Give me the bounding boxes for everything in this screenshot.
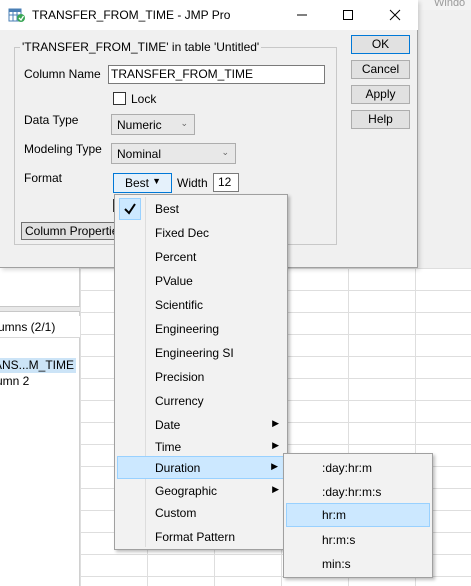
- menu-item-label: PValue: [155, 274, 193, 288]
- width-input[interactable]: 12: [213, 173, 239, 192]
- columns-header-label: umns (2/1): [0, 320, 56, 334]
- column-list-item[interactable]: umn 2: [0, 374, 76, 389]
- duration-submenu: :day:hr:m :day:hr:m:s hr:m hr:m:s min:s: [283, 453, 433, 578]
- group-title: 'TRANSFER_FROM_TIME' in table 'Untitled': [20, 40, 262, 54]
- menu-item-label: Currency: [155, 394, 204, 408]
- submenu-arrow-icon: ▶: [272, 484, 279, 494]
- menu-item-label: Fixed Dec: [155, 226, 210, 240]
- menu-item-label: Percent: [155, 250, 197, 264]
- menu-item-label: Duration: [155, 461, 201, 475]
- help-button[interactable]: Help: [351, 110, 410, 129]
- menu-item-format-pattern[interactable]: Format Pattern: [115, 525, 287, 549]
- data-type-value: Numeric: [117, 118, 162, 132]
- menu-item-label: Date: [155, 418, 181, 432]
- maximize-button[interactable]: [325, 0, 371, 30]
- menu-item-custom[interactable]: Custom: [115, 501, 287, 525]
- cancel-button[interactable]: Cancel: [351, 60, 410, 79]
- submenu-item-label: hr:m:s: [322, 533, 356, 547]
- dropdown-arrow-icon: ▼: [152, 176, 161, 186]
- columns-header[interactable]: umns (2/1): [0, 316, 80, 338]
- format-value: Best: [125, 176, 150, 190]
- submenu-item-label: :day:hr:m:s: [322, 485, 382, 499]
- format-select[interactable]: Best ▼: [113, 173, 172, 193]
- chevron-down-icon: ⌄: [180, 118, 188, 128]
- data-type-label: Data Type: [24, 113, 79, 127]
- close-button[interactable]: [372, 0, 418, 30]
- menu-item-engineering-si[interactable]: Engineering SI: [115, 341, 287, 365]
- dialog-title: TRANSFER_FROM_TIME - JMP Pro: [32, 8, 231, 22]
- submenu-item-day-hr-m[interactable]: :day:hr:m: [284, 456, 432, 480]
- minimize-button[interactable]: [279, 0, 325, 30]
- panel-splitter[interactable]: [0, 306, 80, 312]
- menu-item-label: Time: [155, 440, 182, 454]
- submenu-arrow-icon: ▶: [271, 461, 278, 471]
- submenu-item-label: hr:m: [322, 508, 346, 522]
- menu-item-engineering[interactable]: Engineering: [115, 317, 287, 341]
- menu-item-pvalue[interactable]: PValue: [115, 269, 287, 293]
- column-name-input[interactable]: TRANSFER_FROM_TIME: [108, 65, 325, 84]
- width-label: Width: [177, 176, 208, 190]
- background-window-title: Windo: [434, 0, 466, 9]
- column-list-item-label: ANS...M_TIME: [0, 358, 75, 372]
- menu-item-label: Engineering SI: [155, 346, 234, 360]
- menu-item-currency[interactable]: Currency: [115, 389, 287, 413]
- format-label: Format: [24, 171, 63, 185]
- menu-item-label: Precision: [155, 370, 205, 384]
- column-list-item[interactable]: ANS...M_TIME: [0, 358, 76, 373]
- submenu-arrow-icon: ▶: [272, 418, 279, 428]
- submenu-arrow-icon: ▶: [272, 440, 279, 450]
- menu-item-date[interactable]: Date ▶: [115, 413, 287, 437]
- menu-item-duration[interactable]: Duration ▶: [117, 456, 285, 479]
- menu-item-best[interactable]: Best: [115, 197, 287, 221]
- background-window-titlebar: Windo: [418, 0, 471, 10]
- lock-checkbox[interactable]: [113, 92, 126, 105]
- apply-button[interactable]: Apply: [351, 85, 410, 104]
- menu-item-label: Geographic: [155, 484, 218, 498]
- menu-item-label: Scientific: [155, 298, 204, 312]
- modeling-type-value: Nominal: [117, 147, 162, 161]
- checkmark-icon: [119, 198, 141, 220]
- modeling-type-label: Modeling Type: [24, 142, 102, 156]
- submenu-item-hr-m[interactable]: hr:m: [286, 503, 430, 527]
- modeling-type-select[interactable]: Nominal ⌄: [111, 143, 236, 164]
- menu-item-label: Format Pattern: [155, 530, 236, 544]
- column-properties-button[interactable]: Column Properties: [21, 222, 117, 240]
- menu-item-label: Best: [155, 202, 180, 216]
- dialog-titlebar[interactable]: TRANSFER_FROM_TIME - JMP Pro: [0, 0, 418, 30]
- menu-item-precision[interactable]: Precision: [115, 365, 287, 389]
- close-icon: [389, 9, 401, 21]
- submenu-item-min-s[interactable]: min:s: [284, 552, 432, 576]
- menu-item-label: Engineering: [155, 322, 220, 336]
- column-name-label: Column Name: [24, 67, 101, 81]
- menu-item-scientific[interactable]: Scientific: [115, 293, 287, 317]
- submenu-item-label: :day:hr:m: [322, 461, 373, 475]
- ok-button[interactable]: OK: [351, 35, 410, 54]
- lock-label: Lock: [131, 92, 157, 106]
- submenu-item-label: min:s: [322, 557, 351, 571]
- submenu-item-day-hr-m-s[interactable]: :day:hr:m:s: [284, 480, 432, 504]
- column-list-item-label: umn 2: [0, 374, 30, 388]
- submenu-item-hr-m-s[interactable]: hr:m:s: [284, 528, 432, 552]
- format-menu: Best Fixed Dec Percent PValue Scientific…: [114, 194, 288, 550]
- menu-item-geographic[interactable]: Geographic ▶: [115, 479, 287, 503]
- menu-item-fixed-dec[interactable]: Fixed Dec: [115, 221, 287, 245]
- chevron-down-icon: ⌄: [221, 147, 229, 157]
- menu-item-percent[interactable]: Percent: [115, 245, 287, 269]
- jmp-app-icon: [8, 7, 26, 23]
- minimize-icon: [297, 14, 307, 16]
- data-type-select[interactable]: Numeric ⌄: [111, 114, 195, 135]
- maximize-icon: [343, 10, 353, 20]
- menu-item-label: Custom: [155, 506, 197, 520]
